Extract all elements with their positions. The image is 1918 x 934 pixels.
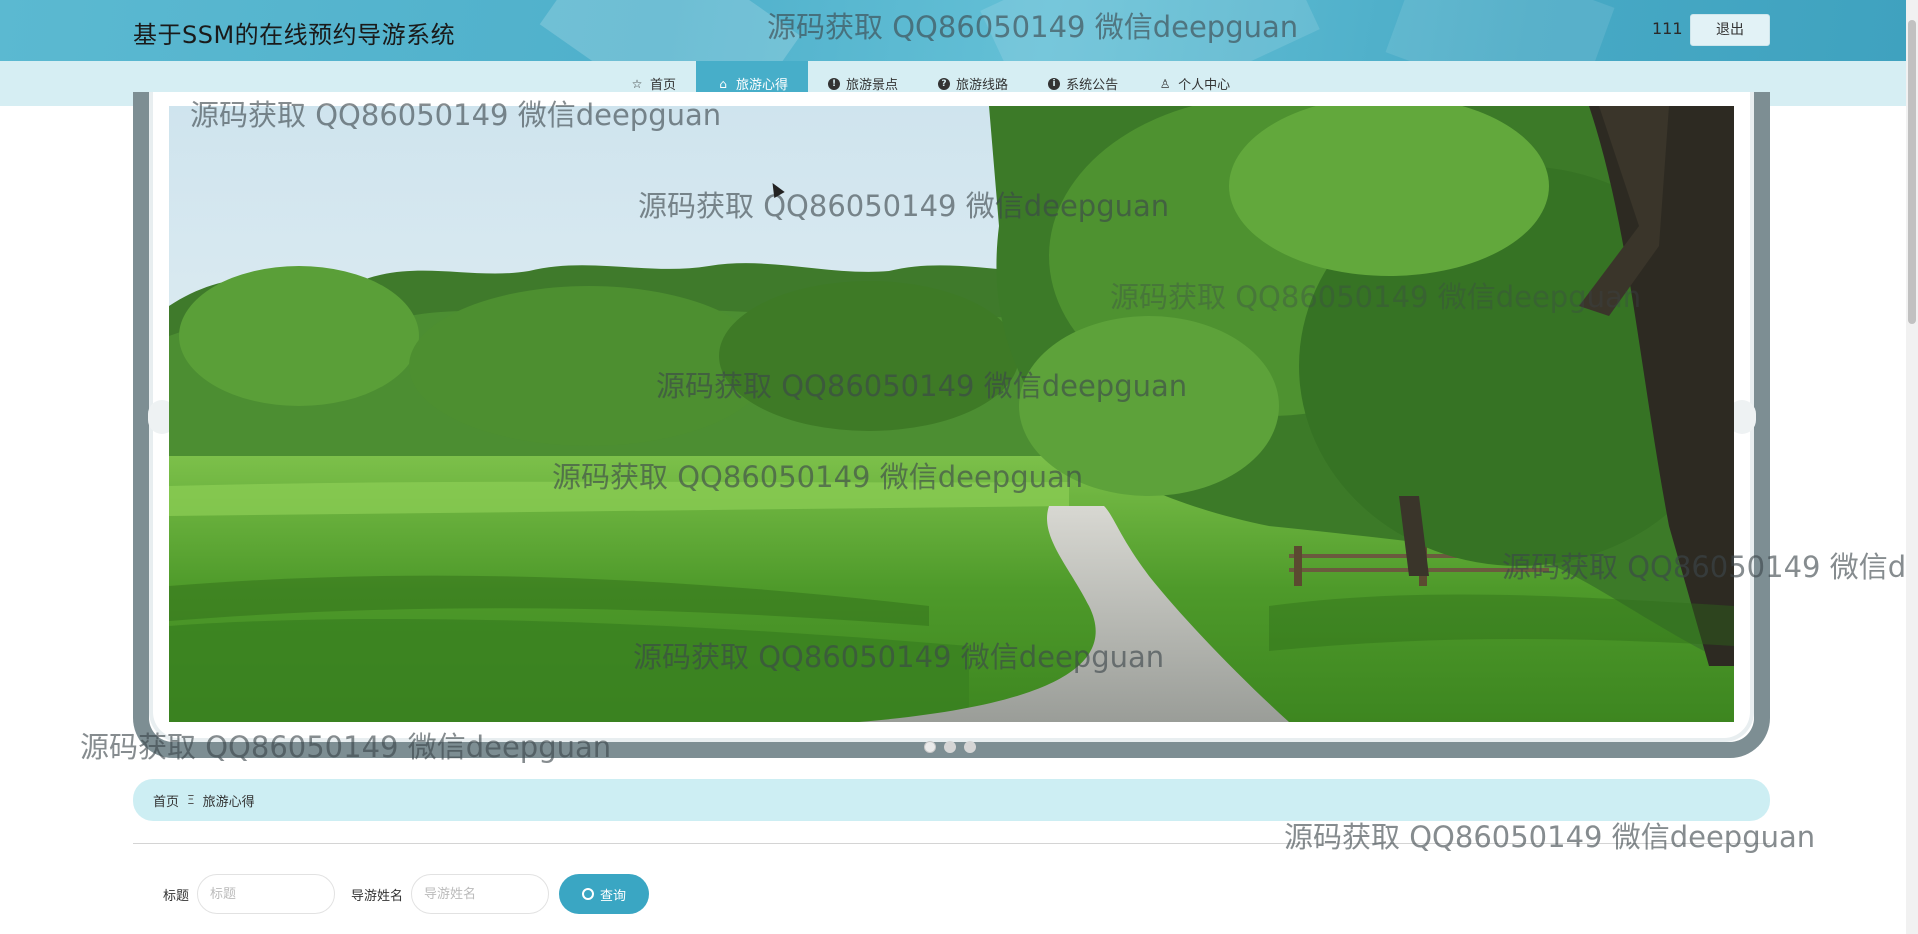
carousel-dot-3[interactable]	[964, 741, 976, 753]
info-circle-icon: i	[1048, 77, 1061, 90]
search-button-label: 查询	[600, 888, 627, 904]
logout-button[interactable]: 退出	[1690, 14, 1770, 46]
carousel-dot-1[interactable]	[924, 741, 936, 753]
carousel-dot-2[interactable]	[944, 741, 956, 753]
bag-icon: ⌂	[719, 76, 727, 91]
search-icon	[582, 888, 595, 900]
nav-item-label: 旅游心得	[736, 78, 789, 93]
star-icon: ☆	[631, 76, 643, 91]
breadcrumb-home-link[interactable]: 首页	[153, 791, 179, 810]
search-form: 标题 导游姓名 查询	[163, 874, 650, 914]
breadcrumb-separator-icon: Ξ	[187, 793, 195, 807]
site-title: 基于SSM的在线预约导游系统	[133, 21, 456, 49]
title-search-input[interactable]	[197, 874, 336, 914]
nav-item-label: 旅游景点	[846, 78, 899, 93]
title-label: 标题	[163, 888, 190, 904]
nav-item-label: 系统公告	[1066, 78, 1119, 93]
breadcrumb: 首页 Ξ 旅游心得	[133, 779, 1770, 821]
carousel-slide-image	[169, 106, 1734, 722]
page-scrollbar[interactable]	[1906, 0, 1918, 934]
landscape-image	[169, 106, 1734, 722]
current-user-name: 111	[1652, 19, 1683, 38]
user-icon: ♙	[1159, 76, 1171, 91]
search-button[interactable]: 查询	[559, 874, 650, 914]
section-divider	[133, 843, 1770, 844]
guide-name-search-input[interactable]	[411, 874, 550, 914]
nav-item-label: 首页	[650, 78, 677, 93]
header-decoration	[539, 0, 801, 61]
nav-item-label: 旅游线路	[956, 78, 1009, 93]
carousel-indicators	[924, 741, 976, 753]
question-circle-icon: ?	[938, 77, 951, 90]
top-header: 基于SSM的在线预约导游系统 111 退出	[0, 0, 1906, 61]
header-decoration	[980, 0, 1320, 61]
nav-item-label: 个人中心	[1178, 78, 1231, 93]
guide-name-label: 导游姓名	[351, 888, 404, 904]
scrollbar-thumb[interactable]	[1908, 20, 1916, 324]
info-circle-icon: !	[828, 77, 841, 90]
header-decoration	[1385, 0, 1615, 61]
breadcrumb-current: 旅游心得	[202, 794, 255, 810]
